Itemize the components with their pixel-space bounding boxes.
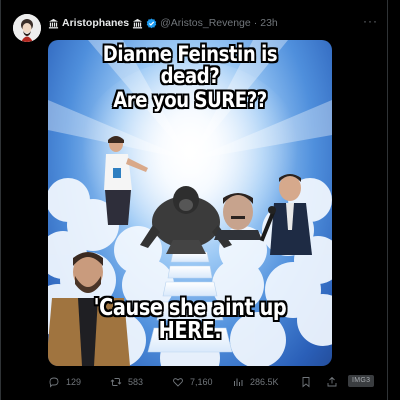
- post-image[interactable]: Dianne Feinstin is dead? Are you SURE?? …: [48, 40, 332, 366]
- bookmark-button[interactable]: [300, 374, 318, 390]
- reply-count: 129: [66, 377, 82, 387]
- user-handle[interactable]: @Aristos_Revenge: [160, 17, 251, 29]
- reply-button[interactable]: 129: [48, 374, 81, 390]
- repost-count: 583: [128, 377, 144, 387]
- image-badge[interactable]: IMG3: [348, 375, 375, 387]
- post-card[interactable]: Aristophanes @Aristos_Revenge · 23h ···: [0, 0, 400, 400]
- meme-caption-top: Dianne Feinstin is: [102, 42, 278, 66]
- share-button[interactable]: [326, 374, 344, 390]
- column-divider: [387, 0, 388, 400]
- meme-caption-bottom: 'Cause she aint up HERE.: [93, 295, 287, 344]
- separator-dot: ·: [253, 17, 258, 29]
- view-count: 286.5K: [250, 377, 279, 387]
- views-button[interactable]: 286.5K: [232, 374, 279, 390]
- heart-icon: [173, 378, 183, 387]
- action-bar: 129 583 7,160 286.5K IMG3: [48, 374, 378, 390]
- share-icon: [327, 376, 337, 387]
- institution-icon: [133, 18, 143, 28]
- meme-caption-top: Are you SURE??: [113, 88, 267, 112]
- verified-badge-icon: [146, 17, 157, 28]
- like-count: 7,160: [190, 377, 213, 387]
- post-timestamp[interactable]: 23h: [260, 17, 278, 29]
- institution-icon: [48, 18, 59, 28]
- repost-button[interactable]: 583: [110, 374, 143, 390]
- like-button[interactable]: 7,160: [172, 374, 213, 390]
- bookmark-icon: [302, 377, 310, 388]
- meme-caption-top: dead?: [160, 64, 220, 88]
- display-name[interactable]: Aristophanes: [62, 17, 129, 29]
- avatar[interactable]: [13, 14, 41, 42]
- repost-icon: [110, 378, 122, 386]
- more-options-icon[interactable]: ···: [363, 14, 378, 28]
- post-header: Aristophanes @Aristos_Revenge · 23h: [48, 15, 278, 31]
- reply-icon: [49, 377, 59, 388]
- column-divider: [0, 0, 1, 400]
- analytics-icon: [234, 378, 243, 386]
